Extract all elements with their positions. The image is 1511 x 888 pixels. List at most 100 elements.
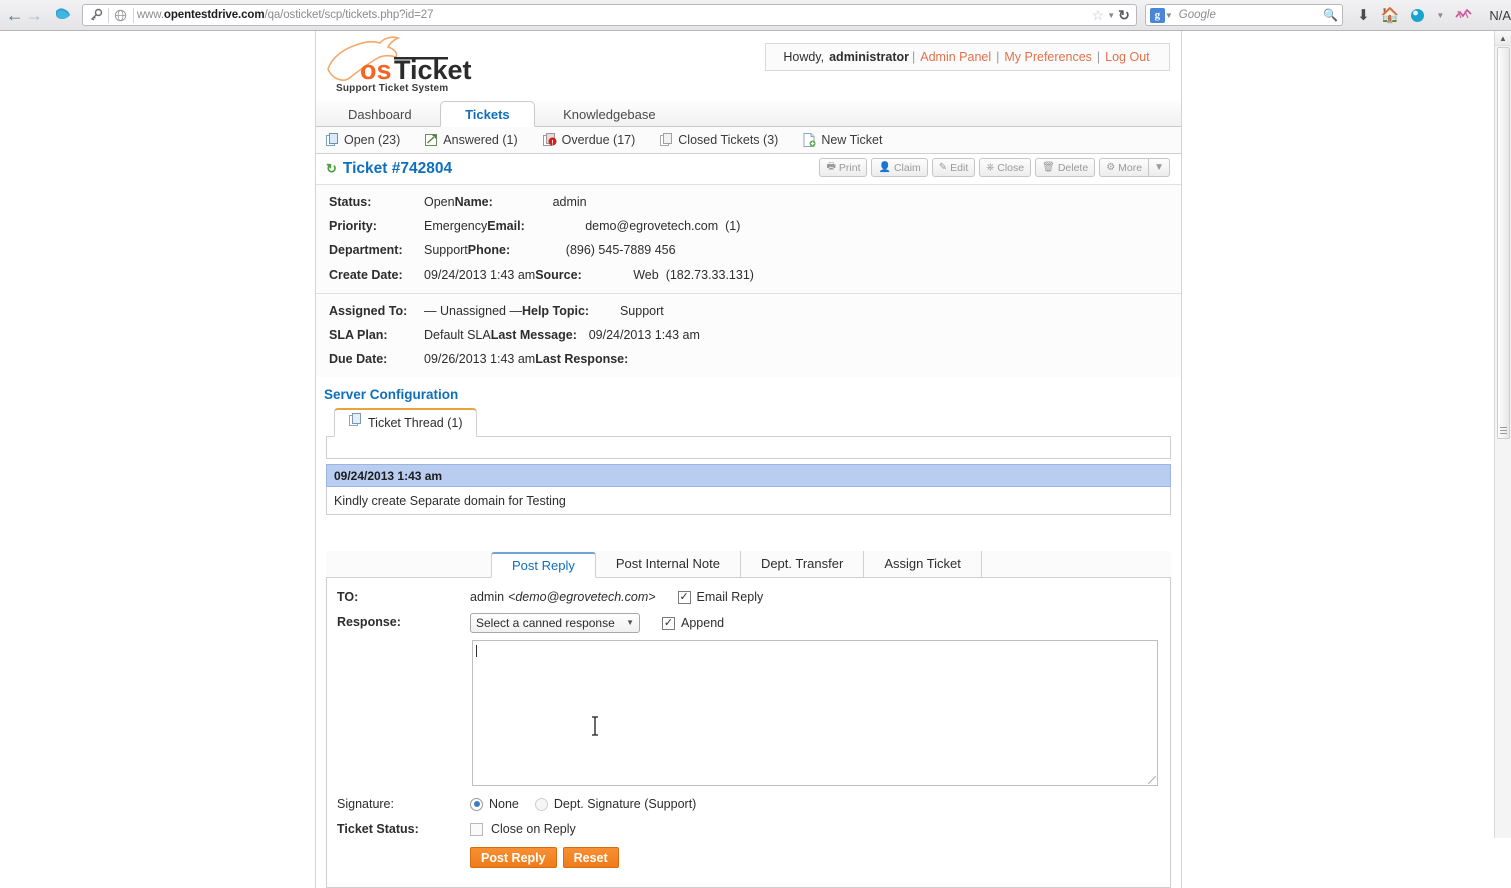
subnav-label-new-ticket: New Ticket: [821, 133, 883, 147]
to-row: TO: admin <demo@egrovetech.com> ✓ Email …: [327, 588, 1170, 606]
subnav-item-overdue[interactable]: ! Overdue (17): [542, 133, 635, 147]
subnav-item-open[interactable]: Open (23): [326, 133, 400, 147]
canned-response-selected: Select a canned response: [476, 616, 615, 631]
mouse-cursor-ibeam: [590, 716, 600, 736]
text-caret: [476, 645, 477, 658]
address-divider-2: [132, 7, 134, 23]
delete-button[interactable]: 🗑 Delete: [1035, 158, 1096, 177]
name-label: Name:: [454, 195, 493, 210]
detail-row: SLA Plan: Default SLA Last Message: 09/24/…: [316, 323, 1181, 347]
more-button[interactable]: ⚙ More: [1099, 158, 1150, 177]
close-on-reply-checkbox[interactable]: [470, 822, 483, 836]
scroll-up-arrow-icon[interactable]: ▲: [1495, 31, 1511, 46]
create-date-value: 09/24/2013 1:43 am: [424, 267, 536, 282]
log-out-link[interactable]: Log Out: [1105, 50, 1149, 64]
append-checkbox-group[interactable]: ✓ Append: [662, 614, 724, 632]
response-label: Response:: [337, 615, 401, 630]
extensions-chevron-icon[interactable]: ▼: [1436, 11, 1444, 20]
subnav-item-answered[interactable]: Answered (1): [425, 133, 518, 147]
bookmark-star-icon[interactable]: ☆: [1092, 7, 1105, 24]
edit-button[interactable]: ✎ Edit: [931, 158, 976, 177]
ticket-number: Ticket #742804: [342, 160, 453, 177]
print-button[interactable]: 🖶 Print: [819, 158, 868, 177]
message-body: Kindly create Separate domain for Testin…: [326, 487, 1171, 516]
nav-tab-knowledgebase[interactable]: Knowledgebase: [539, 102, 680, 128]
refresh-icon[interactable]: ↻: [326, 161, 337, 177]
divider-3: |: [1096, 50, 1101, 64]
subnav-item-new-ticket[interactable]: New Ticket: [803, 133, 882, 147]
network-monitor-icon[interactable]: [1455, 8, 1472, 22]
post-reply-button[interactable]: Post Reply: [470, 847, 557, 869]
close-button[interactable]: ⎈ Close: [979, 158, 1032, 177]
page-favicon: [112, 9, 130, 22]
greeting-prefix: Howdy,: [783, 50, 825, 64]
tab-post-internal-note[interactable]: Post Internal Note: [596, 551, 741, 578]
detail-row: Department: Support Phone: (896) 545-7889 …: [316, 238, 1181, 262]
reload-icon[interactable]: ↻: [1118, 7, 1130, 24]
forward-arrow-icon[interactable]: →: [24, 2, 43, 28]
claim-button[interactable]: 👤 Claim: [871, 158, 928, 177]
tab-dept-transfer[interactable]: Dept. Transfer: [741, 551, 865, 578]
closed-icon: [660, 133, 673, 147]
help-topic-value: Support: [619, 303, 664, 318]
tab-assign-ticket[interactable]: Assign Ticket: [864, 551, 982, 578]
due-date-label: Due Date:: [329, 352, 388, 367]
downloads-icon[interactable]: ⬇: [1357, 6, 1370, 24]
subnav-item-closed[interactable]: Closed Tickets (3): [660, 133, 778, 147]
overdue-icon: !: [542, 133, 557, 147]
reset-button[interactable]: Reset: [562, 847, 619, 869]
reply-body-row: [327, 640, 1170, 787]
ticket-status-row: Ticket Status: Close on Reply: [327, 820, 1170, 838]
close-label: Close: [997, 161, 1025, 174]
signature-radio-none[interactable]: [470, 797, 483, 811]
ticket-status-label: Ticket Status:: [337, 822, 419, 837]
response-value: Select a canned response ▼ ✓ Append: [470, 613, 724, 634]
admin-panel-link[interactable]: Admin Panel: [920, 50, 991, 64]
search-engine-chevron-icon[interactable]: ▼: [1165, 11, 1173, 20]
search-input[interactable]: Google: [1179, 9, 1323, 21]
page-scrollbar[interactable]: ▲: [1494, 31, 1511, 838]
email-count[interactable]: (1): [725, 219, 740, 233]
search-icon[interactable]: 🔍: [1323, 8, 1338, 22]
detail-row: Status: Open Name: admin: [316, 190, 1181, 214]
reply-body-textarea[interactable]: [472, 640, 1158, 787]
my-preferences-link[interactable]: My Preferences: [1004, 50, 1092, 64]
edit-label: Edit: [950, 161, 969, 174]
signature-radio-dept[interactable]: [534, 797, 548, 811]
signature-dept-label: Dept. Signature (Support): [553, 797, 697, 812]
phone-value: (896) 545-7889 456: [565, 243, 676, 258]
thread-icon: [349, 410, 362, 437]
message-timestamp: 09/24/2013 1:43 am: [326, 464, 1171, 488]
tab-ticket-thread[interactable]: Ticket Thread (1): [334, 408, 478, 438]
google-icon[interactable]: g: [1149, 7, 1165, 23]
resize-grip[interactable]: [1148, 776, 1156, 785]
append-checkbox[interactable]: ✓: [662, 616, 675, 630]
submit-row: Post Reply Reset: [327, 847, 1170, 869]
detail-row: Priority: Emergency Email: demo@egrovetech…: [316, 214, 1181, 238]
back-arrow-icon[interactable]: ←: [5, 2, 24, 28]
address-bar[interactable]: www.opentestdrive.com/qa/osticket/scp/ti…: [81, 4, 1137, 26]
identity-key-icon: [87, 8, 105, 22]
printer-icon: 🖶: [826, 161, 836, 172]
canned-response-select[interactable]: Select a canned response ▼: [470, 613, 640, 634]
scrollbar-thumb[interactable]: [1497, 47, 1510, 439]
ticket-action-toolbar: 🖶 Print 👤 Claim ✎ Edit ⎈ Close 🗑 Delete …: [815, 158, 1170, 177]
extension-globe-icon[interactable]: [1410, 8, 1425, 23]
chevron-down-icon[interactable]: ▼: [1107, 11, 1115, 20]
email-reply-checkbox[interactable]: ✓: [677, 590, 691, 604]
signature-none-label: None: [489, 797, 519, 812]
email-reply-checkbox-group[interactable]: ✓ Email Reply: [677, 588, 763, 606]
svg-text:os: os: [360, 55, 392, 85]
search-bar[interactable]: g ▼ Google 🔍: [1144, 4, 1344, 26]
nav-tab-dashboard[interactable]: Dashboard: [324, 102, 436, 128]
nav-tab-tickets[interactable]: Tickets: [440, 101, 535, 127]
app-header: os Ticket Support Ticket System Howdy, a…: [316, 31, 1181, 101]
more-dropdown-button[interactable]: ▼: [1149, 158, 1170, 177]
reply-tabstrip: Post Reply Post Internal Note Dept. Tran…: [326, 551, 1171, 579]
tab-post-reply[interactable]: Post Reply: [491, 552, 596, 579]
home-icon[interactable]: 🏠: [1381, 6, 1400, 24]
reply-body-spacer: [327, 640, 470, 658]
department-value: Support: [424, 243, 468, 258]
new-ticket-icon: [803, 133, 816, 147]
detail-row: Create Date: 09/24/2013 1:43 am Source: We…: [316, 263, 1181, 287]
